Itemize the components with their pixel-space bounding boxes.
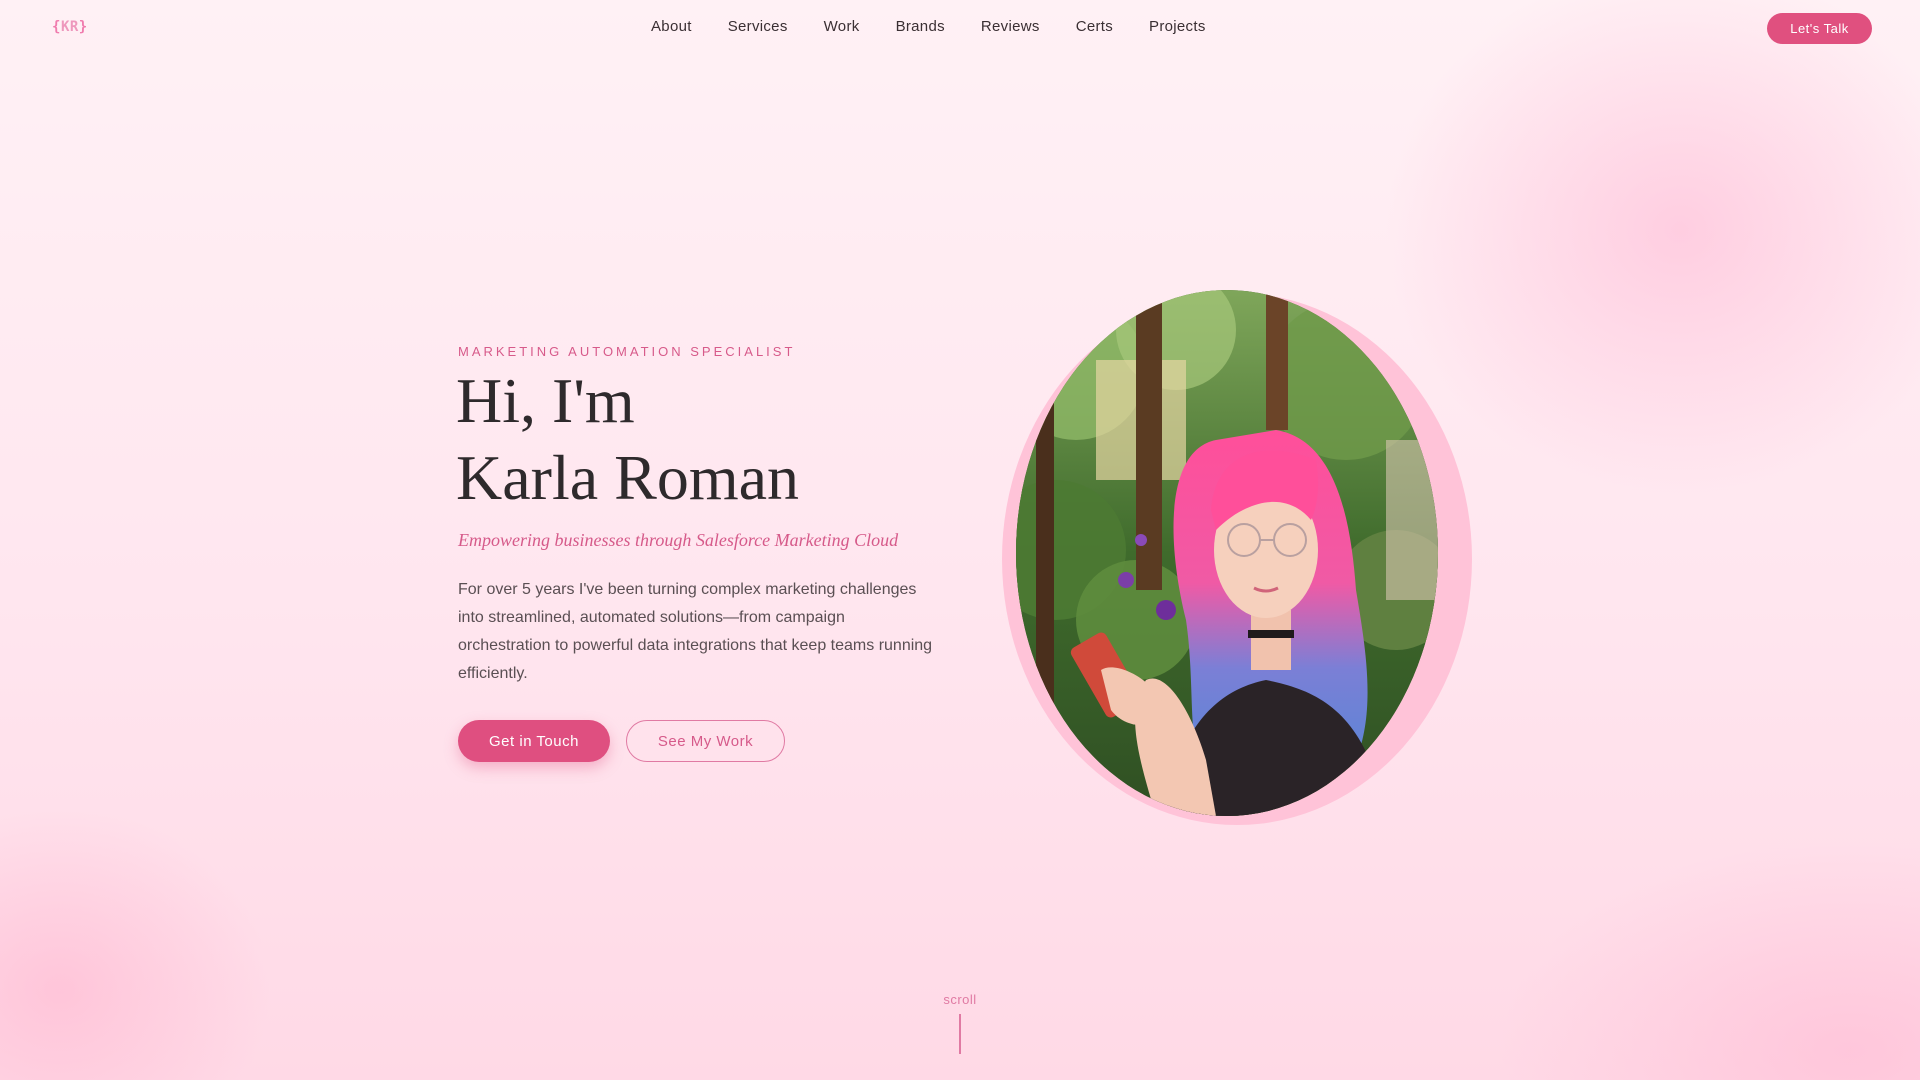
portrait-photo [1016, 290, 1438, 816]
logo-initials: KR [60, 19, 79, 35]
top-nav: {KR} About Services Work Brands Reviews … [0, 0, 1920, 56]
hero-intro: For over 5 years I've been turning compl… [458, 581, 933, 682]
nav-link-work[interactable]: Work [824, 18, 860, 35]
nav-link-brands[interactable]: Brands [896, 18, 945, 35]
get-in-touch-button[interactable]: Get in Touch [458, 720, 610, 762]
hero-eyebrow: MARKETING AUTOMATION SPECIALIST [458, 344, 796, 359]
nav-link-certs[interactable]: Certs [1076, 18, 1113, 35]
nav-link-about[interactable]: About [651, 18, 692, 35]
nav-link-reviews[interactable]: Reviews [981, 18, 1040, 35]
logo-brace-close: } [78, 19, 88, 35]
nav-link-services[interactable]: Services [728, 18, 788, 35]
headline-line-1: Hi, I'm [456, 365, 635, 436]
scroll-indicator-line [959, 1014, 961, 1054]
nav-links: About Services Work Brands Reviews Certs… [651, 18, 1206, 35]
nav-link-projects[interactable]: Projects [1149, 18, 1206, 35]
logo[interactable]: {KR} [52, 19, 88, 35]
portrait-illustration [1016, 290, 1438, 816]
hero-headline: Hi, I'm Karla Roman [456, 362, 799, 516]
logo-brace-open: { [52, 19, 61, 35]
see-my-work-button[interactable]: See My Work [626, 720, 785, 762]
lets-talk-button[interactable]: Let's Talk [1767, 13, 1872, 44]
hero-tagline: Empowering businesses through Salesforce… [458, 530, 899, 550]
headline-line-2: Karla Roman [456, 442, 799, 513]
scroll-label: scroll [943, 992, 977, 1007]
